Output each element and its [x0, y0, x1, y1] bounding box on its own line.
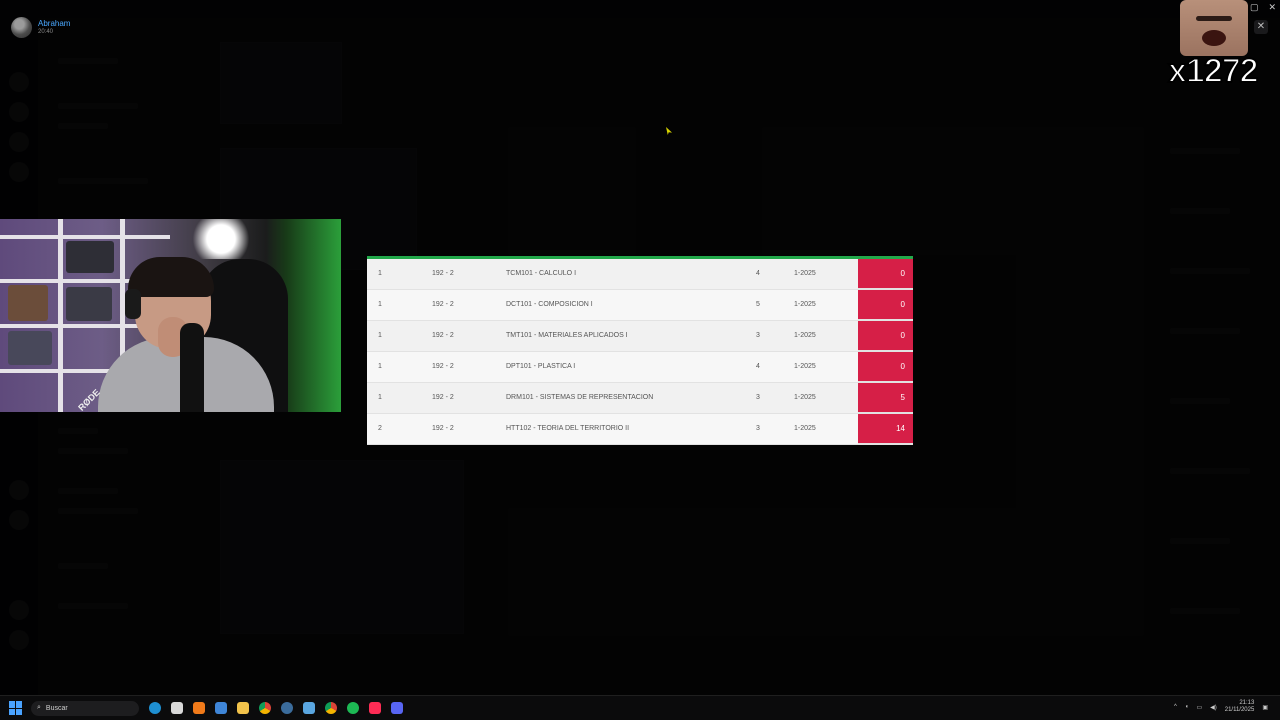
clock-date: 21/11/2025 [1224, 707, 1255, 713]
table-row: 1 192 - 2 DPT101 - PLASTICA I 4 1-2025 0 [367, 352, 913, 383]
score-cell: 0 [858, 259, 913, 289]
semester-cell: 1 [378, 394, 382, 401]
chevron-up-icon[interactable]: ^ [1174, 704, 1177, 710]
credits-cell: 5 [756, 301, 760, 308]
close-icon[interactable]: ✕ [1254, 20, 1268, 34]
network-icon[interactable]: ▭ [1196, 704, 1202, 711]
semester-cell: 2 [378, 425, 382, 432]
score-cell: 0 [858, 321, 913, 351]
emote-counter: x1272 [1167, 51, 1260, 91]
spotify-icon[interactable] [347, 702, 359, 714]
search-icon: ⌕ [37, 704, 41, 711]
score-cell: 5 [858, 383, 913, 413]
table-row: 1 192 - 2 DCT101 - COMPOSICION I 5 1-202… [367, 290, 913, 321]
credits-cell: 3 [756, 394, 760, 401]
app-icon[interactable] [193, 702, 205, 714]
period-cell: 1-2025 [794, 425, 816, 432]
semester-cell: 1 [378, 270, 382, 277]
mail-icon[interactable] [303, 702, 315, 714]
window-controls: ▢ ✕ [1250, 2, 1276, 13]
table-row: 2 192 - 2 HTT102 - TEORIA DEL TERRITORIO… [367, 414, 913, 445]
store-icon[interactable] [171, 702, 183, 714]
group-cell: 192 - 2 [432, 363, 454, 370]
period-cell: 1-2025 [794, 332, 816, 339]
table-row: 1 192 - 2 TCM101 - CALCULO I 4 1-2025 0 [367, 259, 913, 290]
volume-icon[interactable]: ◀) [1210, 704, 1217, 711]
system-tray: ^ ◖ ▭ ◀) 21:13 21/11/2025 ▣ [1174, 700, 1268, 714]
chrome-icon[interactable] [325, 702, 337, 714]
tiktok-icon[interactable] [369, 702, 381, 714]
windows-start-icon[interactable] [9, 701, 23, 715]
clock[interactable]: 21:13 21/11/2025 [1225, 700, 1255, 714]
score-cell: 0 [858, 290, 913, 320]
semester-cell: 1 [378, 363, 382, 370]
credits-cell: 3 [756, 425, 760, 432]
subject-cell: DRM101 - SISTEMAS DE REPRESENTACION [506, 394, 654, 401]
subject-cell: TCM101 - CALCULO I [506, 270, 577, 277]
group-cell: 192 - 2 [432, 425, 454, 432]
chrome-icon[interactable] [259, 702, 271, 714]
subject-cell: TMT101 - MATERIALES APLICADOS I [506, 332, 628, 339]
emote-image [1180, 0, 1248, 56]
image-author: Abraham 20:40 [11, 17, 70, 38]
author-name: Abraham [38, 19, 71, 28]
group-cell: 192 - 2 [432, 394, 454, 401]
notification-icon[interactable]: ▣ [1262, 704, 1268, 711]
clock-time: 21:13 [1239, 700, 1255, 706]
period-cell: 1-2025 [794, 301, 816, 308]
close-window-icon[interactable]: ✕ [1268, 2, 1276, 13]
microphone-icon[interactable]: ◖ [1185, 704, 1189, 710]
semester-cell: 1 [378, 332, 382, 339]
edge-icon[interactable] [149, 702, 161, 714]
app-icon[interactable] [215, 702, 227, 714]
group-cell: 192 - 2 [432, 332, 454, 339]
post-time: 20:40 [38, 29, 54, 35]
discord-icon[interactable] [391, 702, 403, 714]
webcam-overlay: RØDE [0, 219, 341, 412]
table-row: 1 192 - 2 TMT101 - MATERIALES APLICADOS … [367, 321, 913, 352]
period-cell: 1-2025 [794, 394, 816, 401]
folder-icon[interactable] [237, 702, 249, 714]
steam-icon[interactable] [281, 702, 293, 714]
group-cell: 192 - 2 [432, 270, 454, 277]
table-row: 1 192 - 2 DRM101 - SISTEMAS DE REPRESENT… [367, 383, 913, 414]
maximize-icon[interactable]: ▢ [1250, 2, 1259, 13]
avatar [11, 17, 32, 38]
period-cell: 1-2025 [794, 363, 816, 370]
subject-cell: DPT101 - PLASTICA I [506, 363, 576, 370]
credits-cell: 3 [756, 332, 760, 339]
group-cell: 192 - 2 [432, 301, 454, 308]
credits-cell: 4 [756, 363, 760, 370]
taskbar-search[interactable]: ⌕ Buscar [31, 700, 139, 716]
grades-table: 1 192 - 2 TCM101 - CALCULO I 4 1-2025 0 … [367, 256, 913, 445]
period-cell: 1-2025 [794, 270, 816, 277]
windows-taskbar: ⌕ Buscar ^ ◖ ▭ ◀) 21:13 21/11/2025 ▣ [0, 695, 1280, 720]
semester-cell: 1 [378, 301, 382, 308]
search-placeholder: Buscar [45, 704, 68, 712]
score-cell: 0 [858, 352, 913, 382]
credits-cell: 4 [756, 270, 760, 277]
score-cell: 14 [858, 414, 913, 444]
subject-cell: HTT102 - TEORIA DEL TERRITORIO II [506, 425, 630, 432]
subject-cell: DCT101 - COMPOSICION I [506, 301, 593, 308]
